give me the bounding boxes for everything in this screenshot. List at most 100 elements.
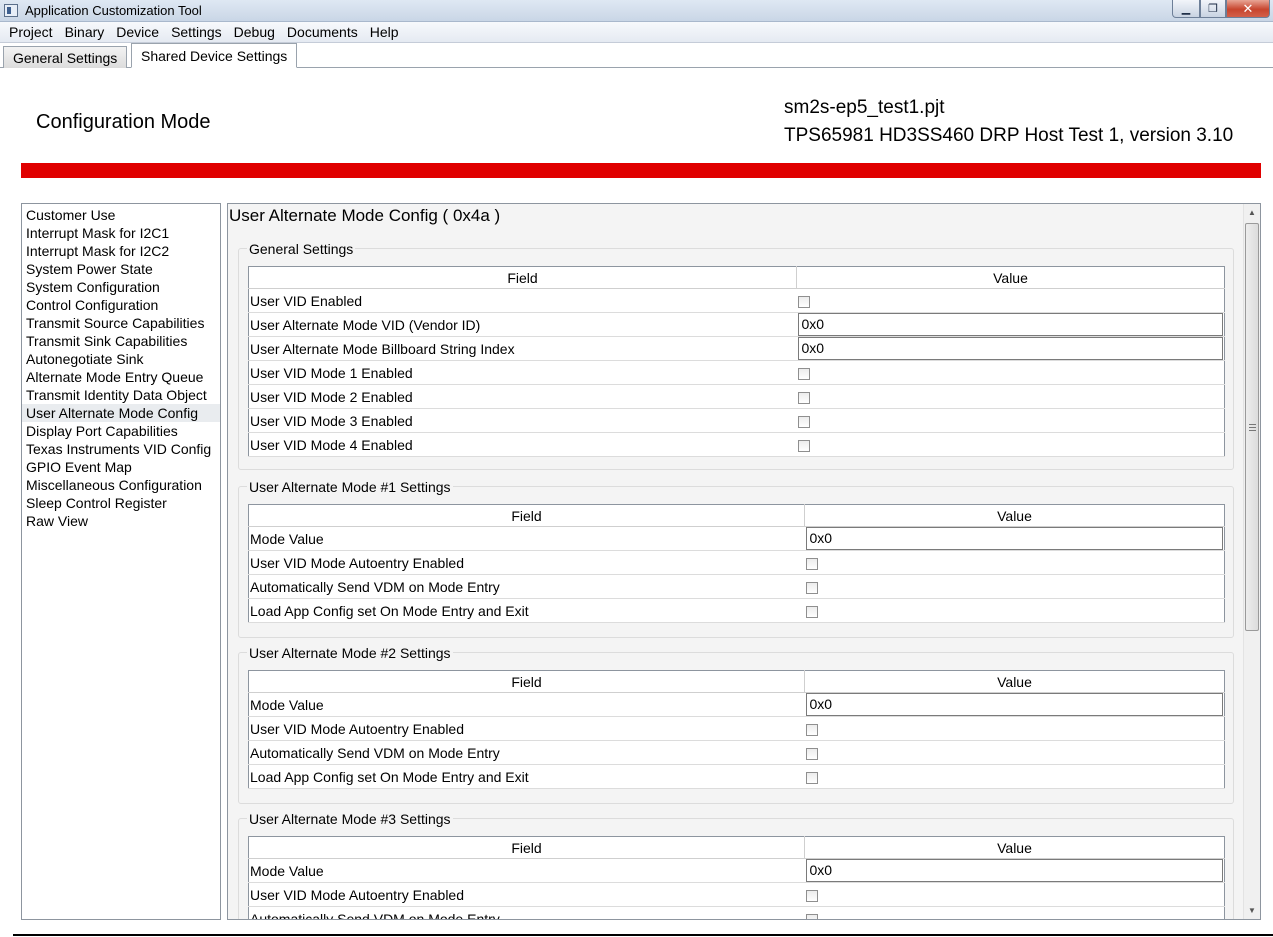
checkbox[interactable] — [797, 295, 810, 308]
tab-shared-device-settings[interactable]: Shared Device Settings — [131, 43, 298, 68]
checkbox[interactable] — [797, 415, 810, 428]
value-cell — [796, 432, 1225, 457]
sidebar-item[interactable]: User Alternate Mode Config — [22, 404, 220, 422]
sidebar-item[interactable]: Miscellaneous Configuration — [22, 476, 220, 494]
scroll-down-icon[interactable]: ▼ — [1244, 902, 1260, 919]
value-cell — [804, 740, 1225, 765]
value-input[interactable]: 0x0 — [805, 859, 1223, 882]
field-label: User VID Mode Autoentry Enabled — [248, 882, 805, 907]
table-row: Mode Value 0x0 — [248, 526, 1225, 551]
sidebar-item[interactable]: Transmit Sink Capabilities — [22, 332, 220, 350]
tab-general-settings[interactable]: General Settings — [3, 46, 128, 68]
close-button[interactable]: ✕ — [1226, 0, 1270, 18]
sidebar-item[interactable]: Transmit Identity Data Object — [22, 386, 220, 404]
sidebar-item[interactable]: System Configuration — [22, 278, 220, 296]
sidebar-item[interactable]: Transmit Source Capabilities — [22, 314, 220, 332]
sidebar-item[interactable]: Autonegotiate Sink — [22, 350, 220, 368]
field-label: Automatically Send VDM on Mode Entry — [248, 906, 805, 919]
sidebar-item[interactable]: Control Configuration — [22, 296, 220, 314]
field-label: Automatically Send VDM on Mode Entry — [248, 574, 805, 599]
column-header-value[interactable]: Value — [804, 836, 1225, 859]
checkbox[interactable] — [797, 439, 810, 452]
close-icon: ✕ — [1242, 0, 1254, 16]
column-header-field[interactable]: Field — [248, 836, 805, 859]
sidebar-item[interactable]: Alternate Mode Entry Queue — [22, 368, 220, 386]
column-header-value[interactable]: Value — [804, 670, 1225, 693]
sidebar-item[interactable]: Texas Instruments VID Config — [22, 440, 220, 458]
sidebar-list: Customer Use Interrupt Mask for I2C1 Inter… — [21, 203, 221, 920]
value-cell: 0x0 — [804, 858, 1225, 883]
checkbox[interactable] — [805, 913, 818, 919]
value-input[interactable]: 0x0 — [805, 527, 1223, 550]
project-file-name: sm2s-ep5_test1.pjt — [784, 97, 945, 118]
sidebar-item[interactable]: Raw View — [22, 512, 220, 530]
group-title: User Alternate Mode #1 Settings — [247, 479, 453, 495]
value-input[interactable]: 0x0 — [797, 313, 1223, 336]
column-header-value[interactable]: Value — [804, 504, 1225, 527]
sidebar-item[interactable]: Sleep Control Register — [22, 494, 220, 512]
sidebar-item[interactable]: Customer Use — [22, 206, 220, 224]
group-title: General Settings — [247, 241, 356, 257]
field-label: User VID Mode Autoentry Enabled — [248, 550, 805, 575]
checkbox[interactable] — [805, 581, 818, 594]
tab-strip: General Settings Shared Device Settings — [0, 43, 1273, 68]
table-row: User VID Mode Autoentry Enabled — [248, 882, 1225, 907]
maximize-button[interactable]: ❐ — [1200, 0, 1226, 18]
sidebar-item[interactable]: Interrupt Mask for I2C2 — [22, 242, 220, 260]
minimize-icon: ▁ — [1181, 3, 1191, 15]
settings-group: User Alternate Mode #3 Settings Field Valu… — [238, 811, 1234, 919]
table-row: User VID Mode 3 Enabled — [248, 408, 1225, 433]
page-title: Configuration Mode — [36, 111, 211, 133]
table-row: Mode Value 0x0 — [248, 858, 1225, 883]
sidebar-item[interactable]: Interrupt Mask for I2C1 — [22, 224, 220, 242]
menu-documents[interactable]: Documents — [281, 22, 364, 42]
field-label: Load App Config set On Mode Entry and Ex… — [248, 598, 805, 623]
value-cell: 0x0 — [804, 526, 1225, 551]
group-title: User Alternate Mode #3 Settings — [247, 811, 453, 827]
checkbox[interactable] — [805, 723, 818, 736]
menu-binary[interactable]: Binary — [59, 22, 111, 42]
table-row: Automatically Send VDM on Mode Entry — [248, 740, 1225, 765]
column-header-field[interactable]: Field — [248, 266, 797, 289]
project-description: TPS65981 HD3SS460 DRP Host Test 1, versi… — [784, 125, 1234, 146]
accent-bar — [21, 163, 1261, 178]
title-bar: Application Customization Tool ▁ ❐ ✕ — [0, 0, 1273, 22]
settings-group: User Alternate Mode #1 Settings Field Valu… — [238, 479, 1234, 638]
field-label: User Alternate Mode VID (Vendor ID) — [248, 312, 797, 337]
checkbox[interactable] — [797, 391, 810, 404]
table-row: User VID Mode Autoentry Enabled — [248, 716, 1225, 741]
menu-debug[interactable]: Debug — [228, 22, 281, 42]
checkbox[interactable] — [805, 557, 818, 570]
menu-device[interactable]: Device — [110, 22, 165, 42]
value-cell — [796, 408, 1225, 433]
scrollbar-thumb[interactable] — [1245, 223, 1259, 631]
value-input[interactable]: 0x0 — [797, 337, 1223, 360]
sidebar-item[interactable]: Display Port Capabilities — [22, 422, 220, 440]
column-header-value[interactable]: Value — [796, 266, 1225, 289]
settings-table: Field Value Mode Value 0x0 User VID Mode Aut… — [248, 504, 1225, 623]
checkbox[interactable] — [805, 747, 818, 760]
column-header-field[interactable]: Field — [248, 670, 805, 693]
field-label: User VID Mode 4 Enabled — [248, 432, 797, 457]
menu-project[interactable]: Project — [3, 22, 59, 42]
value-input[interactable]: 0x0 — [805, 693, 1223, 716]
checkbox[interactable] — [805, 889, 818, 902]
sidebar-item[interactable]: System Power State — [22, 260, 220, 278]
content-panel: User Alternate Mode Config ( 0x4a ) Gene… — [227, 203, 1261, 920]
table-row: User VID Mode 1 Enabled — [248, 360, 1225, 385]
table-row: Load App Config set On Mode Entry and Ex… — [248, 764, 1225, 789]
app-icon — [4, 4, 18, 17]
sidebar-item[interactable]: GPIO Event Map — [22, 458, 220, 476]
checkbox[interactable] — [797, 367, 810, 380]
column-header-field[interactable]: Field — [248, 504, 805, 527]
menu-settings[interactable]: Settings — [165, 22, 228, 42]
scroll-up-icon[interactable]: ▲ — [1244, 204, 1260, 221]
field-label: Mode Value — [248, 858, 805, 883]
vertical-scrollbar[interactable]: ▲ ▼ — [1243, 204, 1260, 919]
menu-help[interactable]: Help — [364, 22, 405, 42]
checkbox[interactable] — [805, 605, 818, 618]
field-label: Mode Value — [248, 526, 805, 551]
settings-table: Field Value Mode Value 0x0 User VID Mode Aut… — [248, 836, 1225, 919]
minimize-button[interactable]: ▁ — [1172, 0, 1200, 18]
checkbox[interactable] — [805, 771, 818, 784]
